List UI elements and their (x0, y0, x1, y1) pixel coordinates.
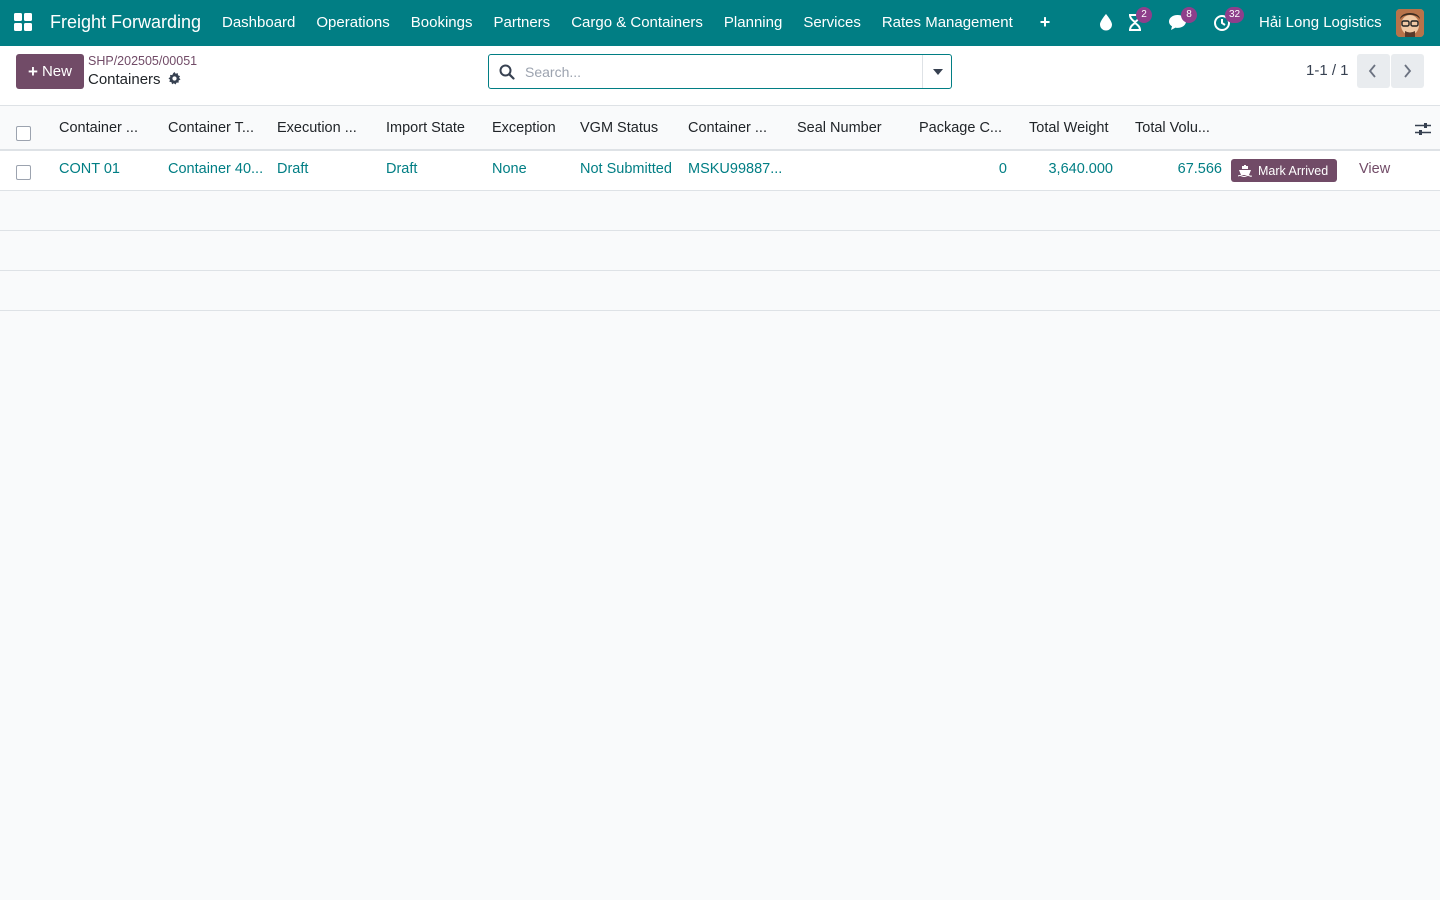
menu-item-bookings[interactable]: Bookings (411, 14, 473, 31)
search-input[interactable] (525, 61, 905, 82)
column-header-vgm-status[interactable]: VGM Status (580, 120, 675, 136)
column-header-import-state[interactable]: Import State (386, 120, 481, 136)
empty-row (0, 231, 1440, 271)
mark-arrived-label: Mark Arrived (1258, 163, 1329, 178)
menu-item-dashboard[interactable]: Dashboard (222, 14, 295, 31)
cell-total-weight[interactable]: 3,640.000 (1019, 161, 1113, 177)
messages-icon[interactable]: 8 (1168, 7, 1197, 32)
gear-icon[interactable] (168, 72, 181, 85)
control-panel: +New SHP/202505/00051 Containers 1-1 / 1 (0, 46, 1440, 106)
activity-icon[interactable]: 2 (1127, 7, 1152, 32)
page-title: Containers (88, 71, 161, 88)
app-name[interactable]: Freight Forwarding (50, 12, 201, 33)
view-link[interactable]: View (1359, 161, 1390, 177)
cell-exception[interactable]: None (492, 161, 572, 177)
chevron-left-icon (1368, 64, 1376, 78)
pager-previous-button[interactable] (1357, 54, 1390, 88)
timer-icon[interactable]: 32 (1213, 7, 1245, 32)
ship-icon (1238, 164, 1252, 177)
cell-package-count[interactable]: 0 (919, 161, 1007, 177)
column-header-exception[interactable]: Exception (492, 120, 572, 136)
plus-icon: + (28, 61, 38, 81)
empty-row (0, 271, 1440, 311)
column-header-total-weight[interactable]: Total Weight (1029, 120, 1121, 136)
menu-item-operations[interactable]: Operations (316, 14, 389, 31)
menu-item-partners[interactable]: Partners (493, 14, 550, 31)
column-header-container-number[interactable]: Container ... (688, 120, 780, 136)
top-navbar: Freight Forwarding Dashboard Operations … (0, 0, 1440, 46)
select-all-checkbox[interactable] (16, 126, 31, 141)
containers-list: Container ... Container T... Execution .… (0, 106, 1440, 311)
mark-arrived-button[interactable]: Mark Arrived (1231, 159, 1337, 182)
column-header-total-volume[interactable]: Total Volu... (1135, 120, 1219, 136)
drop-icon[interactable] (1097, 13, 1115, 31)
cell-execution[interactable]: Draft (277, 161, 377, 177)
breadcrumb-parent[interactable]: SHP/202505/00051 (88, 54, 197, 68)
column-header-execution[interactable]: Execution ... (277, 120, 367, 136)
chevron-right-icon (1404, 64, 1412, 78)
cell-container-type[interactable]: Container 40... (168, 161, 265, 177)
table-row[interactable]: CONT 01 Container 40... Draft Draft None… (0, 151, 1440, 191)
column-header-container[interactable]: Container ... (59, 120, 149, 136)
search-icon (499, 64, 515, 80)
optional-columns-icon[interactable] (1415, 122, 1431, 136)
menu-item-services[interactable]: Services (803, 14, 861, 31)
menu-item-cargo-containers[interactable]: Cargo & Containers (571, 14, 703, 31)
column-header-seal-number[interactable]: Seal Number (797, 120, 897, 136)
search-options-dropdown-icon[interactable] (922, 55, 951, 88)
messages-badge: 8 (1181, 7, 1197, 23)
cell-container[interactable]: CONT 01 (59, 161, 159, 177)
menu-item-rates-management[interactable]: Rates Management (882, 14, 1013, 31)
apps-menu-icon[interactable] (14, 13, 32, 31)
cell-container-number[interactable]: MSKU99887... (688, 161, 784, 177)
timer-badge: 32 (1225, 7, 1245, 23)
company-switcher[interactable]: Hải Long Logistics (1259, 14, 1382, 31)
cell-vgm-status[interactable]: Not Submitted (580, 161, 684, 177)
pager-next-button[interactable] (1391, 54, 1424, 88)
empty-row (0, 191, 1440, 231)
column-header-container-type[interactable]: Container T... (168, 120, 260, 136)
table-header: Container ... Container T... Execution .… (0, 106, 1440, 151)
main-menu: Dashboard Operations Bookings Partners C… (222, 13, 1071, 31)
column-header-package-count[interactable]: Package C... (919, 120, 1007, 136)
new-button[interactable]: + New (16, 54, 84, 89)
cell-import-state[interactable]: Draft (386, 161, 486, 177)
row-checkbox[interactable] (16, 165, 31, 180)
pager-value[interactable]: 1-1 / 1 (1306, 62, 1349, 79)
cell-total-volume[interactable]: 67.566 (1125, 161, 1222, 177)
new-button-label: New (41, 63, 72, 80)
search-bar (488, 54, 952, 89)
menu-item-planning[interactable]: Planning (724, 14, 782, 31)
user-avatar[interactable] (1396, 9, 1424, 37)
plus-icon[interactable]: + (1040, 13, 1051, 31)
activity-badge: 2 (1136, 7, 1152, 23)
